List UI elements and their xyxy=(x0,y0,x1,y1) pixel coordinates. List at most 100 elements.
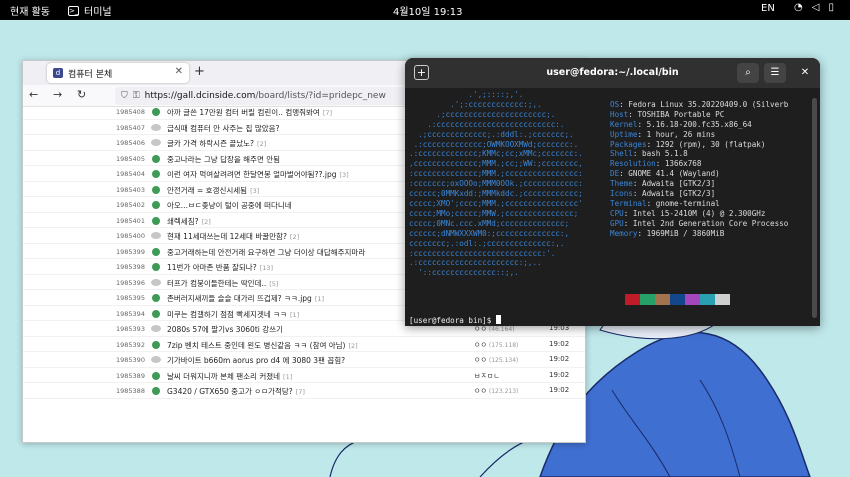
terminal-window: + user@fedora:~/.local/bin ⌕ ☰ ✕ .',;:::… xyxy=(405,58,820,326)
url-host: https://gall.dcinside.com xyxy=(144,91,256,101)
post-date: 19:02 xyxy=(549,370,570,379)
post-title[interactable]: 터프가 컴붕이들한테는 딱인데.. [5] xyxy=(167,278,278,289)
post-writer[interactable]: ㅂㅈㅁㄴ xyxy=(474,371,502,381)
shield-icon: ⛉ xyxy=(121,91,128,101)
wifi-icon: ◔ xyxy=(794,2,803,13)
lock-icon: ⚿ xyxy=(132,91,140,101)
scrollbar[interactable] xyxy=(812,98,817,318)
activities-button[interactable]: 현재 활동 xyxy=(10,3,50,18)
comment-count[interactable]: [13] xyxy=(260,264,273,272)
new-tab-button[interactable]: + xyxy=(194,64,205,79)
image-post-icon xyxy=(152,294,160,302)
prompt-text: [user@fedora bin]$ xyxy=(409,316,496,325)
comment-count[interactable]: [1] xyxy=(283,373,292,381)
post-number: 1985392 xyxy=(116,340,145,349)
info-line: Terminal: gnome-terminal xyxy=(610,198,720,208)
text-post-icon xyxy=(151,325,161,332)
post-title[interactable]: 11번가 아마존 반품 잘되나? [13] xyxy=(167,262,273,273)
post-title[interactable]: 중고나라는 그냥 답장을 해주면 안됨 xyxy=(167,154,283,165)
image-post-icon xyxy=(152,247,160,256)
image-post-icon xyxy=(152,108,160,116)
post-title[interactable]: 미쿠는 컴갤하기 점점 빡세지겟네 ㅋㅋ [1] xyxy=(167,309,299,320)
info-line: Theme: Adwaita [GTK2/3] xyxy=(610,179,716,189)
fedora-ascii-logo: .',;::::;,'. .';:cccccccccccc:;,. .;cccc… xyxy=(409,90,583,278)
color-swatch xyxy=(700,293,715,305)
post-title[interactable]: 존버러지새끼들 슬슬 대가리 뜨겁제? ㅋㅋ.jpg [1] xyxy=(167,293,324,304)
writer-ip: (125.134) xyxy=(488,357,519,364)
post-title[interactable]: 날씨 더워지니까 본체 팬소리 커졌네 [1] xyxy=(167,371,292,382)
comment-count[interactable]: [2] xyxy=(202,218,211,226)
comment-count[interactable]: [7] xyxy=(323,109,332,117)
reload-icon[interactable]: ↻ xyxy=(77,88,86,101)
color-swatch xyxy=(625,293,640,305)
comment-count[interactable]: [1] xyxy=(290,311,299,319)
post-writer[interactable]: ㅇㅇ (175.118) xyxy=(474,340,518,350)
post-number: 1985408 xyxy=(116,108,145,116)
image-post-icon xyxy=(152,371,160,380)
post-title[interactable]: 현재 11세대쓰는데 12세대 바꿀만함? [2] xyxy=(167,231,299,242)
post-title[interactable]: 아오...ㅂㄷ좆냥이 털이 공중에 떠다니네 xyxy=(167,200,295,211)
post-title[interactable]: 중고거래하는데 안전거래 요구하면 그냥 더이상 대답해주지마라 xyxy=(167,247,368,258)
shell-prompt[interactable]: [user@fedora bin]$ xyxy=(409,315,501,326)
clock[interactable]: 4월10일 19:13 xyxy=(393,3,462,18)
text-post-icon xyxy=(151,123,161,131)
back-icon[interactable]: ← xyxy=(29,88,38,101)
post-writer[interactable]: ㅇㅇ (125.134) xyxy=(474,355,518,365)
color-swatch xyxy=(640,293,655,305)
comment-count[interactable]: [2] xyxy=(348,342,357,350)
info-line: Memory: 1969MiB / 3860MiB xyxy=(610,228,725,238)
post-number: 1985399 xyxy=(116,247,145,256)
comment-count[interactable]: [2] xyxy=(257,140,266,148)
post-title[interactable]: 이런 여자 먹여살려려면 한달연봉 얼마벌어야됨??.jpg [3] xyxy=(167,169,349,180)
post-date: 19:02 xyxy=(549,386,570,394)
post-title[interactable]: 기가바이트 b660m aorus pro d4 에 3080 3팬 꼽힘? xyxy=(167,355,348,366)
post-title[interactable]: G3420 / GTX650 중고가 ㅇㅁ가적당? [7] xyxy=(167,386,305,397)
color-swatch xyxy=(655,293,670,305)
volume-icon: ◁ xyxy=(811,2,820,13)
post-row[interactable]: 1985392 7zip 벤치 테스트 중인데 왼도 병신같음 ㅋㅋ (참여 아님… xyxy=(23,337,585,352)
post-title[interactable]: 아까 글쓴 17만원 컴터 버릴 컴린이.. 컴맹줘봐여 [7] xyxy=(167,107,332,118)
text-post-icon xyxy=(151,356,161,363)
url-path: /board/lists/?id=pridepc_new xyxy=(255,91,386,101)
comment-count[interactable]: [3] xyxy=(340,171,349,179)
comment-count[interactable]: [3] xyxy=(250,187,259,195)
post-number: 1985389 xyxy=(116,371,145,380)
post-number: 1985407 xyxy=(116,123,145,132)
info-line: Host: TOSHIBA Portable PC xyxy=(610,109,725,119)
comment-count[interactable]: [7] xyxy=(296,388,305,396)
post-title[interactable]: 안전거래 = 호갱신시세됨 [3] xyxy=(167,185,259,196)
search-icon[interactable]: ⌕ xyxy=(737,63,759,83)
system-menu[interactable]: ◔ ◁ ▯ xyxy=(794,2,834,13)
comment-count[interactable]: [1] xyxy=(315,295,324,303)
comment-count[interactable]: [5] xyxy=(269,280,278,288)
post-row[interactable]: 1985390 기가바이트 b660m aorus pro d4 에 3080 3… xyxy=(23,352,585,368)
post-title[interactable]: 쇄렉세짐? [2] xyxy=(167,216,211,227)
close-icon[interactable]: ✕ xyxy=(794,63,816,83)
post-number: 1985402 xyxy=(116,201,145,209)
browser-tab[interactable]: d 컴퓨터 본체 ✕ xyxy=(47,63,189,83)
post-row[interactable]: 1985388 G3420 / GTX650 중고가 ㅇㅁ가적당? [7] ㅇㅇ (12… xyxy=(23,383,585,399)
terminal-output[interactable]: .',;::::;,'. .';:cccccccccccc:;,. .;cccc… xyxy=(409,90,808,326)
info-line: Resolution: 1366x768 xyxy=(610,159,702,169)
battery-icon: ▯ xyxy=(828,2,834,13)
info-line: Uptime: 1 hour, 26 mins xyxy=(610,129,716,139)
menu-icon[interactable]: ☰ xyxy=(764,63,786,83)
post-number: 1985404 xyxy=(116,170,145,178)
post-title[interactable]: 글카 가격 하락시즌 끝났노? [2] xyxy=(167,138,266,149)
post-row[interactable]: 1985389 날씨 더워지니까 본체 팬소리 커졌네 [1] ㅂㅈㅁㄴ 19:02 xyxy=(23,368,585,383)
post-number: 1985388 xyxy=(116,387,145,395)
post-writer[interactable]: ㅇㅇ (123.213) xyxy=(474,386,518,396)
post-title[interactable]: 7zip 벤치 테스트 중인데 왼도 병신같음 ㅋㅋ (참여 아님) [2] xyxy=(167,340,358,351)
app-menu[interactable]: >_ 터미널 xyxy=(68,3,112,18)
post-title[interactable]: 2080s 57에 팔기vs 3060ti 강쓰기 xyxy=(167,324,286,335)
post-number: 1985403 xyxy=(116,185,145,194)
image-post-icon xyxy=(152,387,160,395)
comment-count[interactable]: [2] xyxy=(290,233,299,241)
close-tab-icon[interactable]: ✕ xyxy=(175,66,183,77)
post-title[interactable]: 급식때 컴퓨터 안 사주는 집 많았음? xyxy=(167,123,283,134)
post-number: 1985394 xyxy=(116,309,145,318)
forward-icon[interactable]: → xyxy=(53,88,62,101)
terminal-icon: >_ xyxy=(68,5,79,16)
text-post-icon xyxy=(151,232,161,239)
input-language[interactable]: EN xyxy=(761,3,775,14)
